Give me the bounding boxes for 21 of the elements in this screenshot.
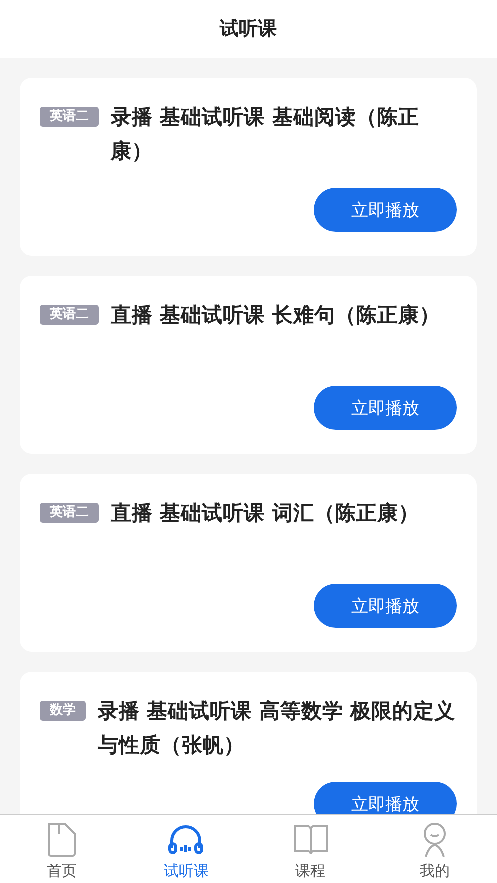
course-title: 录播 基础试听课 基础阅读（陈正康） [111,104,420,165]
play-button[interactable]: 立即播放 [314,584,457,628]
course-title: 直播 基础试听课 长难句（陈正康） [111,302,442,329]
tab-label: 试听课 [164,862,209,881]
course-title: 直播 基础试听课 词汇（陈正康） [111,500,420,527]
subject-tag: 英语二 [40,305,99,325]
subject-tag: 数学 [40,701,86,721]
subject-tag: 英语二 [40,503,99,523]
tab-item[interactable]: 我的 [372,815,497,883]
tab-item[interactable]: 试听课 [124,815,248,883]
page-title: 试听课 [220,17,277,42]
tab-label: 首页 [47,862,78,881]
play-button[interactable]: 立即播放 [314,386,457,430]
tab-label: 课程 [296,862,326,881]
tab-item[interactable]: 首页 [0,815,124,883]
tab-label: 我的 [420,862,450,881]
play-button[interactable]: 立即播放 [314,782,457,814]
play-button[interactable]: 立即播放 [314,188,457,232]
subject-tag: 英语二 [40,107,99,127]
course-title: 录播 基础试听课 高等数学 极限的定义与性质（张帆） [98,698,456,759]
tab-item[interactable]: 课程 [248,815,373,883]
